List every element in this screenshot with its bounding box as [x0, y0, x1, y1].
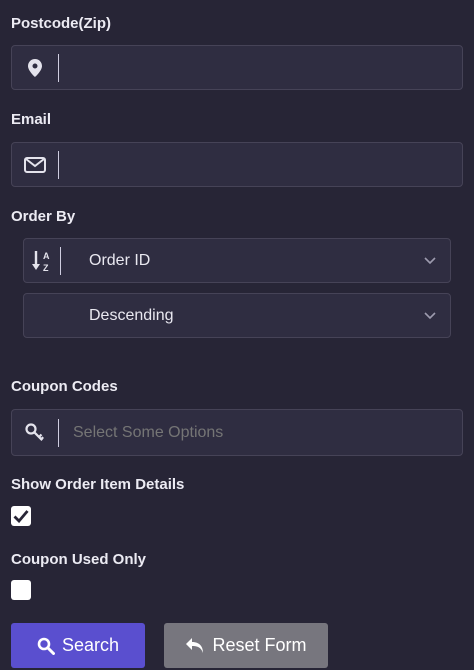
- email-field[interactable]: [11, 142, 463, 187]
- svg-text:Z: Z: [43, 263, 49, 273]
- show-item-details-label: Show Order Item Details: [11, 476, 185, 493]
- chevron-down-icon[interactable]: [410, 256, 450, 265]
- svg-text:A: A: [43, 251, 50, 261]
- postcode-field[interactable]: [11, 45, 463, 90]
- order-by-label: Order By: [11, 208, 76, 225]
- email-input[interactable]: [59, 143, 462, 186]
- reset-form-button-label: Reset Form: [212, 635, 307, 655]
- map-marker-icon: [12, 46, 58, 89]
- envelope-icon: [12, 143, 58, 186]
- chevron-down-icon[interactable]: [410, 311, 450, 320]
- email-label: Email: [11, 111, 52, 128]
- coupon-codes-label: Coupon Codes: [11, 378, 118, 395]
- checkmark-icon: [13, 510, 29, 523]
- reset-form-button[interactable]: Reset Form: [164, 623, 328, 668]
- coupon-used-only-label: Coupon Used Only: [11, 551, 146, 568]
- postcode-input[interactable]: [59, 46, 462, 89]
- sort-alpha-icon: A Z: [24, 239, 60, 282]
- coupon-used-only-checkbox[interactable]: [11, 580, 31, 600]
- order-by-field-select[interactable]: A Z Order ID: [23, 238, 451, 283]
- key-icon: [12, 410, 58, 455]
- postcode-label: Postcode(Zip): [11, 15, 111, 32]
- order-by-field-value: Order ID: [89, 251, 151, 269]
- order-direction-value: Descending: [89, 306, 174, 324]
- search-button[interactable]: Search: [11, 623, 145, 668]
- order-direction-select[interactable]: Descending: [23, 293, 451, 338]
- search-icon: [37, 637, 55, 655]
- show-item-details-checkbox[interactable]: [11, 506, 31, 526]
- coupon-codes-input[interactable]: [59, 410, 462, 455]
- search-button-label: Search: [61, 635, 120, 655]
- reply-arrow-icon: [186, 637, 204, 653]
- coupon-codes-field[interactable]: [11, 409, 463, 456]
